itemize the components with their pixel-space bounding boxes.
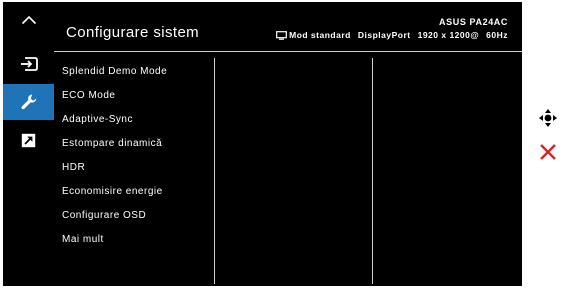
menu-item-economisire-energie[interactable]: Economisire energie [62,180,212,204]
input-icon [20,57,38,71]
model-name: ASUS PA24AC [439,17,508,27]
sidebar-item-input[interactable] [3,46,54,82]
monitor-icon [276,30,288,40]
menu-item-hdr[interactable]: HDR [62,156,212,180]
header: Configurare sistem ASUS PA24AC Mod stand… [54,2,522,52]
mode-label: Mod standard [289,30,351,40]
menu-item-mai-mult[interactable]: Mai mult [62,228,212,252]
shortcut-icon [21,133,36,147]
column-divider-2 [372,58,373,284]
refresh-label: 60Hz [486,30,508,40]
status-bar: Mod standard DisplayPort 1920 x 1200@ 60… [276,30,508,40]
mode-indicator: Mod standard [276,30,351,40]
menu-item-estompare-dinamica[interactable]: Estompare dinamică [62,132,212,156]
column-divider-1 [214,58,215,284]
menu-item-adaptive-sync[interactable]: Adaptive-Sync [62,108,212,132]
menu-list: Splendid Demo Mode ECO Mode Adaptive-Syn… [62,60,212,252]
menu-item-configurare-osd[interactable]: Configurare OSD [62,204,212,228]
osd-window: Configurare sistem ASUS PA24AC Mod stand… [3,2,522,286]
wrench-icon [21,94,36,110]
main-panel: Configurare sistem ASUS PA24AC Mod stand… [54,2,522,286]
input-label: DisplayPort [357,30,411,40]
sidebar-item-shortcut[interactable] [3,122,54,158]
sidebar [3,2,54,286]
menu-item-splendid-demo-mode[interactable]: Splendid Demo Mode [62,60,212,84]
chevron-up-icon [21,15,36,25]
page-title: Configurare sistem [66,24,200,41]
side-controls [538,108,558,162]
menu-item-eco-mode[interactable]: ECO Mode [62,84,212,108]
sidebar-item-up[interactable] [3,2,54,38]
sidebar-item-system-setup[interactable] [3,84,54,120]
navigate-icon[interactable] [538,108,558,128]
resolution-label: 1920 x 1200@ [417,30,480,40]
close-icon[interactable] [538,142,558,162]
